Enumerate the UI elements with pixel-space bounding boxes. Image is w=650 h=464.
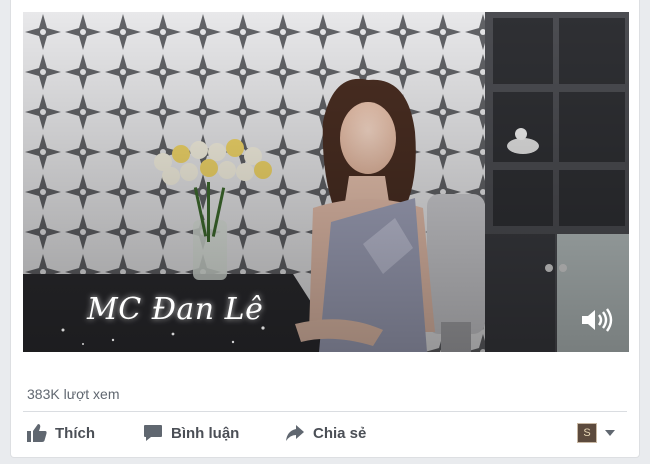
video-post-card: MC Đan Lê 383K lượt xem Thích Bình luận: [10, 0, 640, 458]
share-arrow-icon: [286, 425, 304, 441]
share-button[interactable]: Chia sẻ: [285, 420, 366, 446]
view-count[interactable]: 383K lượt xem: [27, 386, 119, 402]
video-player[interactable]: MC Đan Lê: [23, 12, 629, 352]
share-label: Chia sẻ: [313, 424, 367, 442]
comment-button[interactable]: Bình luận: [143, 420, 239, 446]
comment-label: Bình luận: [171, 424, 240, 442]
thumbs-up-icon: [27, 424, 47, 442]
video-caption: MC Đan Lê: [87, 292, 264, 327]
action-bar: Thích Bình luận Chia sẻ S: [23, 414, 627, 452]
divider: [23, 411, 627, 412]
like-label: Thích: [55, 424, 95, 442]
speaker-icon[interactable]: [579, 306, 613, 334]
like-button[interactable]: Thích: [27, 420, 95, 446]
comment-icon: [144, 425, 162, 441]
page-selector[interactable]: S: [577, 423, 615, 443]
page-avatar: S: [577, 423, 597, 443]
chevron-down-icon: [605, 430, 615, 436]
